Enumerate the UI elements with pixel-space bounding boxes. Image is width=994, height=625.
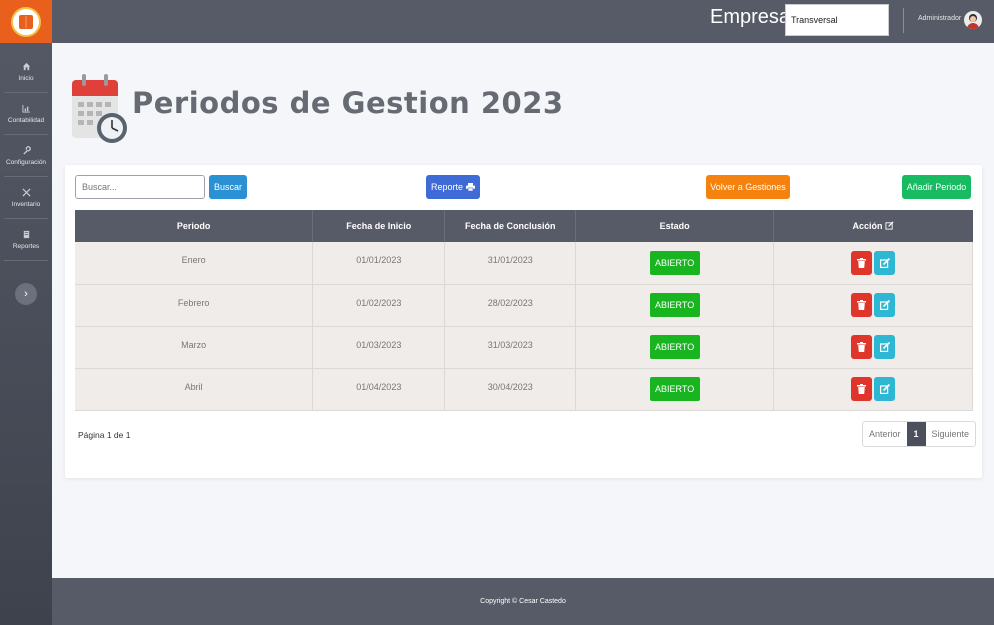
sidebar-item-label: Inventario xyxy=(11,201,41,208)
table-row: Marzo 01/03/2023 31/03/2023 ABIERTO xyxy=(75,326,973,369)
periods-card: Buscar Reporte Volver a Gestiones Añadir… xyxy=(65,165,982,478)
tools-icon xyxy=(21,187,31,197)
reporte-button[interactable]: Reporte xyxy=(426,175,480,199)
volver-gestiones-button[interactable]: Volver a Gestiones xyxy=(706,175,790,199)
edit-icon xyxy=(880,384,891,394)
delete-button[interactable] xyxy=(851,293,873,317)
table-row: Abril 01/04/2023 30/04/2023 ABIERTO xyxy=(75,368,973,411)
table-row: Febrero 01/02/2023 28/02/2023 ABIERTO xyxy=(75,284,973,327)
edit-icon xyxy=(880,342,891,352)
column-header-accion: Acción xyxy=(773,210,973,242)
pagination-page-1[interactable]: 1 xyxy=(906,422,926,446)
sidebar-item-reportes[interactable]: Reportes xyxy=(4,219,48,261)
status-badge[interactable]: ABIERTO xyxy=(649,293,700,317)
cell-periodo: Abril xyxy=(75,368,314,411)
cell-fecha-inicio: 01/03/2023 xyxy=(312,326,446,369)
sidebar: Inicio Contabilidad Configuración Invent… xyxy=(0,0,52,625)
pagination: Anterior 1 Siguiente xyxy=(862,421,977,447)
sidebar-item-inventario[interactable]: Inventario xyxy=(4,177,48,219)
edit-button[interactable] xyxy=(874,335,896,359)
table-row: Enero 01/01/2023 31/01/2023 ABIERTO xyxy=(75,242,973,285)
sidebar-item-label: Contabilidad xyxy=(7,117,45,124)
status-badge[interactable]: ABIERTO xyxy=(649,377,700,401)
column-header-estado: Estado xyxy=(575,210,775,242)
sidebar-item-label: Inicio xyxy=(18,75,34,82)
cell-accion xyxy=(773,326,973,369)
column-header-fecha-conclusion: Fecha de Conclusión xyxy=(444,210,577,242)
page-title: Periodos de Gestion 2023 xyxy=(132,86,564,120)
printer-icon xyxy=(466,183,476,192)
trash-icon xyxy=(857,342,867,352)
pagination-next[interactable]: Siguiente xyxy=(926,422,976,446)
cell-estado: ABIERTO xyxy=(575,284,775,327)
sidebar-item-configuracion[interactable]: Configuración xyxy=(4,135,48,177)
sidebar-nav: Inicio Contabilidad Configuración Invent… xyxy=(0,51,52,261)
delete-button[interactable] xyxy=(851,377,873,401)
column-header-fecha-inicio: Fecha de Inicio xyxy=(312,210,446,242)
top-header: Empresa: Transversal Administrador xyxy=(52,0,994,43)
buscar-label: Buscar xyxy=(213,182,242,192)
cell-fecha-inicio: 01/04/2023 xyxy=(312,368,446,411)
header-divider xyxy=(903,8,904,33)
edit-button[interactable] xyxy=(874,250,896,275)
anadir-label: Añadir Periodo xyxy=(906,182,967,192)
volver-label: Volver a Gestiones xyxy=(710,182,786,192)
footer-copyright: Copyright © Cesar Castedo xyxy=(480,598,566,605)
accion-label: Acción xyxy=(852,221,883,231)
edit-button[interactable] xyxy=(874,293,896,317)
search-input[interactable] xyxy=(75,175,205,199)
cell-fecha-conclusion: 30/04/2023 xyxy=(444,368,577,411)
trash-icon xyxy=(857,384,867,394)
sidebar-item-label: Configuración xyxy=(5,159,47,166)
pagination-info: Página 1 de 1 xyxy=(78,430,131,440)
sidebar-toggle-button[interactable]: › xyxy=(15,283,37,305)
app-logo[interactable] xyxy=(0,0,52,43)
avatar[interactable] xyxy=(964,11,982,29)
calendar-clock-icon xyxy=(70,72,128,148)
cell-accion xyxy=(773,284,973,327)
status-badge[interactable]: ABIERTO xyxy=(649,335,700,359)
periods-table: Periodo Fecha de Inicio Fecha de Conclus… xyxy=(75,210,973,411)
footer: Copyright © Cesar Castedo xyxy=(52,578,994,625)
add-period-button[interactable]: Añadir Periodo xyxy=(902,175,971,199)
buscar-button[interactable]: Buscar xyxy=(209,175,247,199)
cell-estado: ABIERTO xyxy=(575,242,775,285)
chevron-right-icon: › xyxy=(24,288,28,300)
delete-button[interactable] xyxy=(851,250,873,275)
cell-periodo: Febrero xyxy=(75,284,314,327)
sidebar-item-label: Reportes xyxy=(12,243,40,250)
cell-accion xyxy=(773,242,973,285)
edit-icon xyxy=(880,257,891,268)
column-header-periodo: Periodo xyxy=(75,210,314,242)
edit-square-icon xyxy=(885,221,894,231)
trash-icon xyxy=(857,257,867,268)
trash-icon xyxy=(857,300,867,310)
sidebar-item-contabilidad[interactable]: Contabilidad xyxy=(4,93,48,135)
cell-periodo: Marzo xyxy=(75,326,314,369)
wrench-icon xyxy=(21,145,31,155)
chart-icon xyxy=(21,103,31,113)
cell-fecha-inicio: 01/01/2023 xyxy=(312,242,446,285)
cell-estado: ABIERTO xyxy=(575,326,775,369)
home-icon xyxy=(21,61,31,71)
book-logo-icon xyxy=(11,6,41,37)
user-name[interactable]: Administrador xyxy=(918,15,961,22)
status-badge[interactable]: ABIERTO xyxy=(649,250,700,275)
document-icon xyxy=(21,229,31,239)
empresa-label: Empresa: xyxy=(710,6,796,28)
cell-accion xyxy=(773,368,973,411)
empresa-select[interactable]: Transversal xyxy=(785,4,889,36)
sidebar-item-inicio[interactable]: Inicio xyxy=(4,51,48,93)
edit-button[interactable] xyxy=(874,377,896,401)
pagination-prev[interactable]: Anterior xyxy=(863,422,907,446)
delete-button[interactable] xyxy=(851,335,873,359)
cell-estado: ABIERTO xyxy=(575,368,775,411)
edit-icon xyxy=(880,300,891,310)
reporte-label: Reporte xyxy=(430,182,464,192)
cell-fecha-inicio: 01/02/2023 xyxy=(312,284,446,327)
cell-fecha-conclusion: 31/03/2023 xyxy=(444,326,577,369)
cell-periodo: Enero xyxy=(75,242,314,285)
cell-fecha-conclusion: 31/01/2023 xyxy=(444,242,577,285)
cell-fecha-conclusion: 28/02/2023 xyxy=(444,284,577,327)
